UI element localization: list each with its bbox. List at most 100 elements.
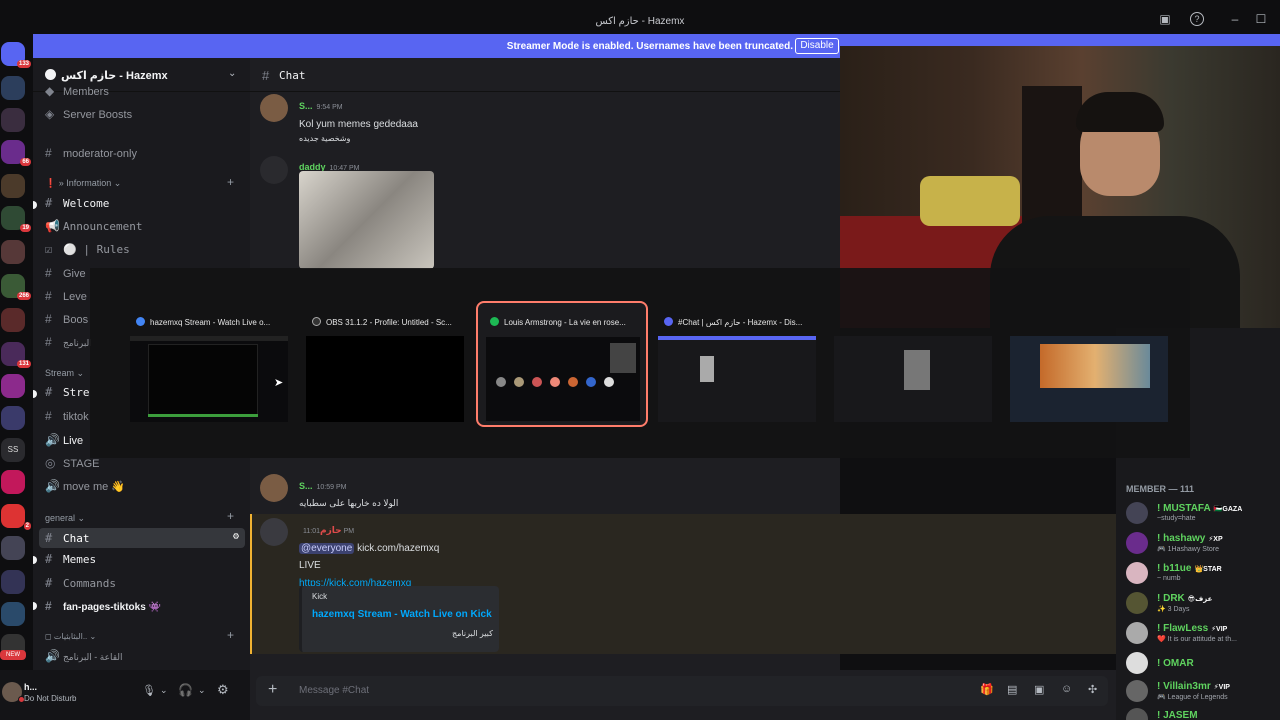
add-attachment-icon[interactable]: + (268, 681, 277, 699)
message-author[interactable]: S... (299, 101, 313, 111)
channel-fan-pages[interactable]: # fan-pages-tiktoks 👾 (45, 599, 161, 613)
apps-icon[interactable]: ✣ (1088, 683, 1097, 696)
member-item[interactable]: ! MUSTAFA 🇵🇸GAZA ~study=hate (1126, 500, 1276, 526)
channel-label: fan-pages-tiktoks 👾 (63, 602, 162, 613)
member-status: ~study=hate (1157, 515, 1196, 522)
artist-shape (604, 377, 614, 387)
minimize-icon[interactable]: – (1228, 12, 1242, 26)
channel-moderator-only[interactable]: # moderator-only (45, 146, 137, 160)
channel-label: Memes (63, 553, 97, 566)
server-icon[interactable] (1, 174, 25, 198)
channel-commands[interactable]: # Commands (45, 576, 116, 590)
member-status: ~ numb (1157, 575, 1181, 582)
chevron-down-icon[interactable]: ⌄ (160, 685, 168, 696)
avatar[interactable] (260, 94, 288, 122)
emoji-icon[interactable]: ☺ (1061, 683, 1072, 695)
message-image[interactable] (299, 171, 434, 269)
chevron-down-icon[interactable]: ⌄ (198, 685, 206, 696)
add-channel-icon[interactable]: + (227, 509, 234, 523)
task-tile-discord[interactable]: #Chat | حازم اكس - Hazemx - Dis... (656, 308, 816, 424)
task-tile-browser[interactable]: hazemxq Stream - Watch Live o... (128, 308, 288, 424)
category-information[interactable]: ❗ » Information ⌄ (45, 178, 121, 189)
member-item[interactable]: ! b11ue 👑STAR ~ numb (1126, 560, 1276, 586)
task-tile-obs[interactable]: OBS 31.1.2 - Profile: Untitled - Sc... (304, 308, 464, 424)
server-icon[interactable]: 2 (1, 504, 31, 530)
channel-boos[interactable]: # Boos (45, 312, 88, 326)
member-item[interactable]: ! hashawy ⚡XP 🎮 1Hashawy Store (1126, 530, 1276, 556)
category-general[interactable]: general ⌄ (45, 513, 85, 524)
channel-rules[interactable]: ☑ ⚪ | Rules (45, 242, 130, 256)
server-icon[interactable] (1, 602, 25, 626)
server-icon[interactable] (1, 374, 25, 398)
microphone-icon[interactable]: 🎙 (142, 684, 156, 697)
embed-title[interactable]: hazemxq Stream - Watch Live on Kick (312, 609, 492, 620)
member-name: ! JASEM (1157, 710, 1198, 720)
task-tile-discord-2[interactable] (832, 308, 992, 424)
channel-leve[interactable]: # Leve (45, 289, 87, 303)
settings-icon[interactable]: ⚙ (233, 531, 239, 542)
disable-button[interactable]: Disable (795, 38, 839, 54)
task-tile-spotify[interactable]: Louis Armstrong - La vie en rose... (476, 301, 648, 427)
message-text: وشخصية جديده (299, 134, 351, 143)
channel-memes[interactable]: # Memes (45, 552, 96, 566)
avatar[interactable] (260, 518, 288, 546)
message-author[interactable]: حازم (320, 525, 342, 535)
channel-give[interactable]: # Give (45, 266, 86, 280)
server-icon[interactable]: 266 (1, 274, 31, 300)
headphones-icon[interactable]: 🎧 (178, 683, 193, 697)
server-icon[interactable] (1, 308, 25, 332)
channel-arabic-hall[interactable]: 🔊 القاعة - البرنامج (45, 649, 123, 663)
add-channel-icon[interactable]: + (227, 175, 234, 189)
server-icon[interactable]: 133 (1, 42, 31, 68)
channel-members-partial[interactable]: ◆ Members (45, 84, 109, 98)
sticker-icon[interactable]: ▣ (1034, 683, 1044, 696)
server-icon[interactable] (1, 406, 25, 430)
category-arabic[interactable]: ◻ البثابثيات.. ⌄ (45, 632, 96, 641)
server-icon[interactable] (1, 240, 25, 264)
mention-everyone[interactable]: @everyone (299, 543, 355, 554)
server-icon[interactable]: 131 (1, 342, 31, 368)
server-icon[interactable] (1, 536, 25, 560)
channel-live[interactable]: 🔊 Live (45, 433, 83, 447)
help-icon[interactable]: ? (1190, 12, 1204, 26)
channel-stre[interactable]: # Stre (45, 385, 90, 399)
channel-welcome[interactable]: # Welcome (45, 196, 109, 210)
task-tile-store[interactable] (1008, 308, 1168, 424)
channel-server-boosts[interactable]: ◈ Server Boosts (45, 107, 132, 121)
message-author[interactable]: S... (299, 481, 313, 491)
channel-stage[interactable]: ◎ STAGE (45, 456, 99, 470)
unread-indicator (33, 602, 37, 610)
settings-icon[interactable]: ⚙ (217, 682, 229, 698)
member-item[interactable]: ! Villain3mr ⚡VIP 🎮 League of Legends (1126, 678, 1276, 704)
channel-chat[interactable]: # Chat ⚙ (39, 528, 245, 548)
member-item[interactable]: ! FlawLess ⚡VIP ❤️ It is our attitude at … (1126, 620, 1276, 646)
member-item[interactable]: ! OMAR (1126, 650, 1276, 676)
server-icon[interactable] (1, 76, 25, 100)
gif-icon[interactable]: ▤ (1007, 683, 1017, 696)
tile-thumbnail (658, 336, 816, 422)
channel-move-me[interactable]: 🔊 move me 👋 (45, 479, 125, 493)
channel-tiktok[interactable]: # tiktok (45, 409, 89, 423)
server-icon[interactable]: 19 (1, 206, 31, 232)
inbox-icon[interactable]: ▣ (1158, 12, 1172, 26)
member-name: ! b11ue (1157, 563, 1192, 574)
server-icon[interactable] (1, 470, 25, 494)
maximize-icon[interactable]: ☐ (1254, 12, 1268, 26)
category-stream[interactable]: Stream ⌄ (45, 368, 84, 379)
avatar[interactable] (260, 474, 288, 502)
hash-icon: # (45, 552, 53, 566)
channel-announcement[interactable]: 📢 Announcement (45, 219, 142, 233)
badge: 133 (16, 60, 31, 68)
channel-arabic-prog[interactable]: # البرنامج (45, 335, 92, 349)
member-item[interactable]: ! JASEM (1126, 706, 1276, 720)
server-icon[interactable]: 66 (1, 140, 31, 166)
guild-icon (45, 69, 56, 80)
gift-icon[interactable]: 🎁 (980, 683, 994, 696)
avatar[interactable] (260, 156, 288, 184)
server-icon[interactable] (1, 108, 25, 132)
message-input[interactable]: Message #Chat (299, 685, 369, 696)
server-icon[interactable]: SS (1, 438, 25, 462)
member-item[interactable]: ! DRK 😎عزف ✨ 3 Days (1126, 590, 1276, 616)
server-icon[interactable] (1, 570, 25, 594)
add-channel-icon[interactable]: + (227, 628, 234, 642)
